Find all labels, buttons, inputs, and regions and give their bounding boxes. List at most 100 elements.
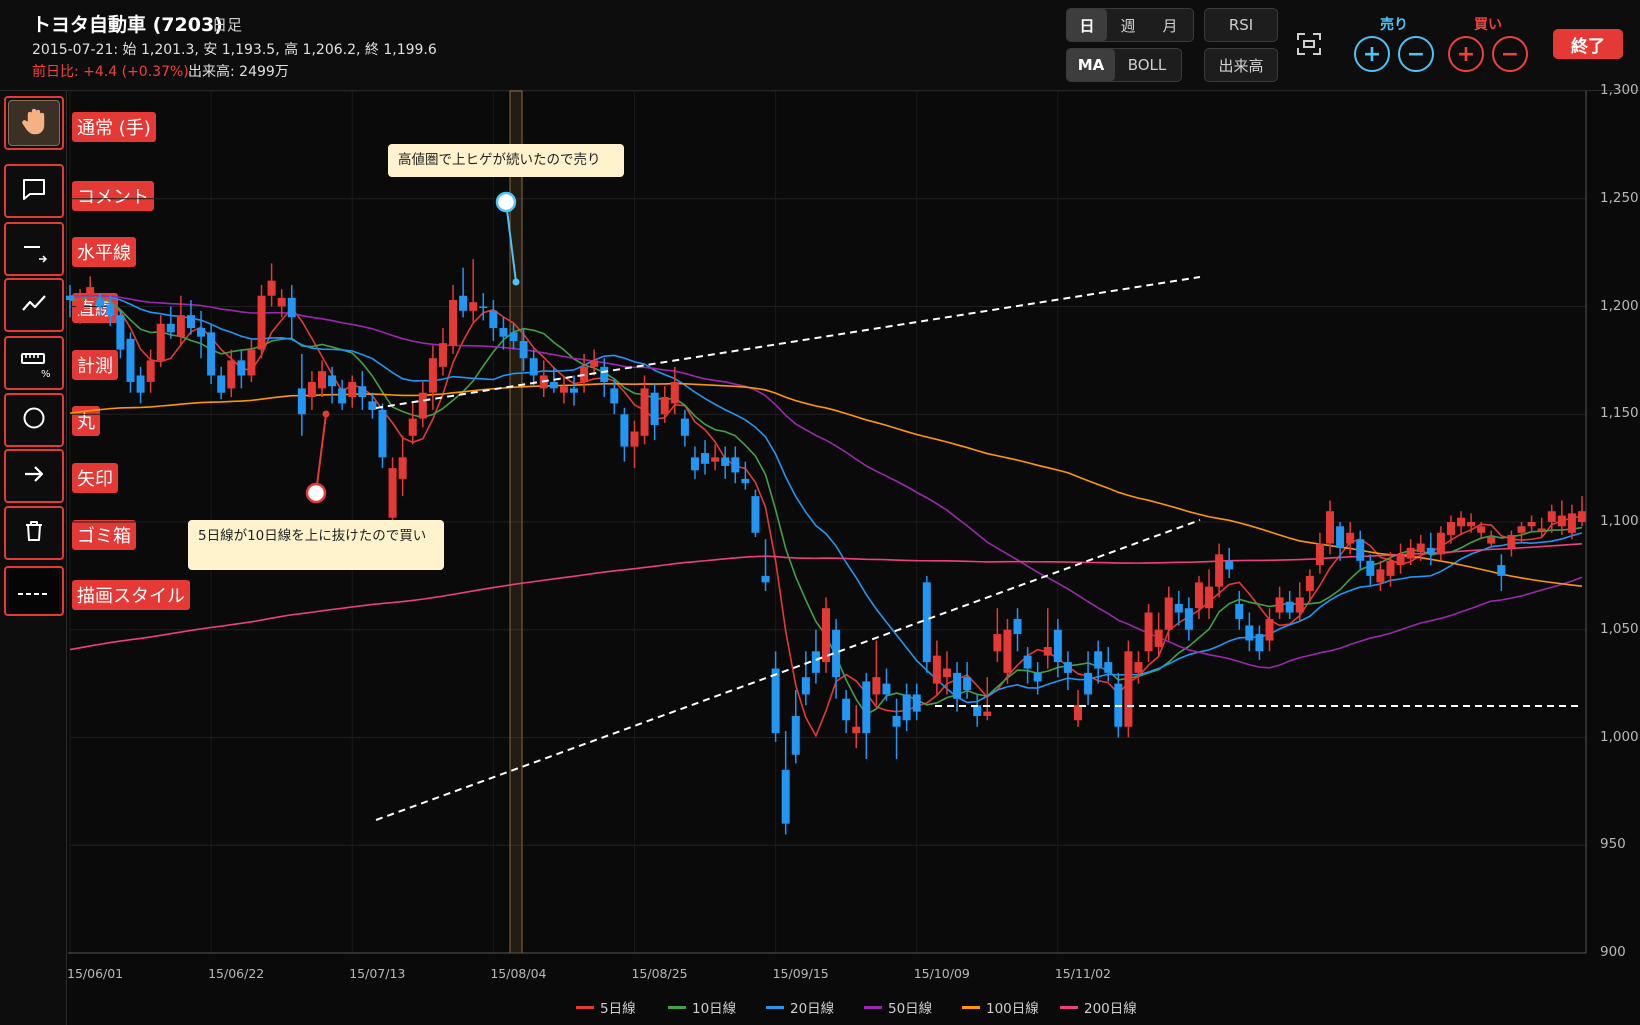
candle-body[interactable]	[116, 315, 125, 350]
candle-body[interactable]	[590, 360, 599, 367]
candle-body[interactable]	[1194, 582, 1203, 609]
candle-body[interactable]	[1356, 539, 1365, 561]
candle-body[interactable]	[1144, 612, 1153, 652]
candle-body[interactable]	[1436, 532, 1445, 555]
candle-body[interactable]	[1104, 662, 1113, 673]
candle-body[interactable]	[479, 306, 488, 309]
candle-body[interactable]	[469, 302, 478, 311]
candle-body[interactable]	[76, 300, 85, 311]
candle-body[interactable]	[690, 457, 699, 471]
candle-body[interactable]	[600, 366, 609, 382]
candle-body[interactable]	[822, 608, 830, 663]
candle-body[interactable]	[287, 297, 296, 318]
candle-body[interactable]	[207, 332, 216, 376]
candle-body[interactable]	[96, 300, 105, 307]
candle-body[interactable]	[1426, 547, 1435, 555]
candle-body[interactable]	[166, 323, 175, 333]
candle-body[interactable]	[932, 655, 941, 684]
candle-body[interactable]	[267, 280, 276, 296]
candle-body[interactable]	[1033, 672, 1042, 682]
candle-body[interactable]	[257, 295, 266, 350]
candle-body[interactable]	[338, 388, 347, 404]
candle-body[interactable]	[680, 418, 689, 436]
candle-body[interactable]	[942, 668, 951, 678]
candle-body[interactable]	[186, 315, 195, 329]
candle-body[interactable]	[741, 478, 750, 484]
candle-body[interactable]	[1084, 672, 1093, 695]
candle-body[interactable]	[963, 677, 972, 691]
candle-body[interactable]	[307, 381, 316, 398]
candle-body[interactable]	[1517, 526, 1526, 533]
candle-body[interactable]	[146, 360, 155, 382]
candle-body[interactable]	[549, 381, 558, 389]
candle-body[interactable]	[1557, 515, 1566, 527]
candle-body[interactable]	[459, 295, 468, 311]
candle-body[interactable]	[1154, 629, 1163, 647]
candle-body[interactable]	[368, 401, 377, 410]
candle-body[interactable]	[1487, 537, 1496, 544]
candle-body[interactable]	[1215, 554, 1224, 587]
candle-body[interactable]	[852, 726, 861, 734]
candle-body[interactable]	[882, 683, 891, 695]
comment-buy-note[interactable]: 5日線が10日線を上に抜けたので買い	[188, 520, 444, 570]
candle-body[interactable]	[912, 694, 921, 712]
candle-body[interactable]	[1406, 547, 1415, 559]
candle-body[interactable]	[1063, 662, 1072, 673]
candle-body[interactable]	[559, 386, 568, 393]
candle-body[interactable]	[297, 388, 306, 415]
candle-body[interactable]	[438, 343, 447, 367]
candle-body[interactable]	[650, 392, 659, 426]
candle-body[interactable]	[701, 453, 710, 464]
candle-body[interactable]	[1416, 543, 1425, 553]
candle-body[interactable]	[348, 381, 357, 398]
candle-body[interactable]	[922, 582, 931, 663]
candle-body[interactable]	[277, 297, 286, 307]
comment-sell-note[interactable]: 高値圏で上ヒゲが続いたので売り	[388, 144, 624, 177]
candle-body[interactable]	[237, 360, 246, 376]
candle-body[interactable]	[1255, 634, 1264, 652]
candle-body[interactable]	[630, 431, 639, 447]
candle-body[interactable]	[660, 397, 669, 415]
candle-body[interactable]	[811, 651, 820, 673]
candle-body[interactable]	[1346, 532, 1355, 544]
candle-body[interactable]	[86, 287, 95, 294]
candle-body[interactable]	[197, 328, 206, 337]
candle-body[interactable]	[1305, 575, 1314, 591]
drawn-trend-line-upper[interactable]	[375, 276, 1201, 409]
candle-body[interactable]	[1578, 511, 1586, 522]
candle-body[interactable]	[1164, 597, 1173, 630]
candle-body[interactable]	[1467, 522, 1476, 527]
candle-body[interactable]	[1527, 522, 1536, 527]
candle-body[interactable]	[751, 496, 760, 533]
buy-comment-handle[interactable]	[305, 482, 327, 504]
candle-body[interactable]	[529, 358, 538, 376]
candle-body[interactable]	[862, 681, 871, 734]
candle-body[interactable]	[610, 388, 619, 404]
candle-body[interactable]	[791, 715, 800, 755]
sell-comment-handle[interactable]	[495, 191, 517, 213]
candle-body[interactable]	[1043, 646, 1052, 656]
candle-body[interactable]	[842, 698, 851, 721]
candle-body[interactable]	[1386, 560, 1395, 576]
candle-body[interactable]	[993, 634, 1002, 652]
candle-body[interactable]	[1265, 618, 1274, 641]
candle-body[interactable]	[378, 409, 387, 458]
candle-body[interactable]	[1497, 565, 1506, 576]
candle-body[interactable]	[1275, 597, 1284, 613]
candle-body[interactable]	[640, 388, 649, 436]
candle-body[interactable]	[136, 375, 145, 393]
candle-body[interactable]	[176, 315, 185, 337]
candle-body[interactable]	[1124, 651, 1133, 727]
candle-body[interactable]	[670, 381, 679, 404]
candle-body[interactable]	[388, 468, 397, 518]
candle-body[interactable]	[1013, 618, 1022, 635]
candle-body[interactable]	[449, 300, 458, 346]
candle-body[interactable]	[1023, 655, 1032, 669]
candle-body[interactable]	[1074, 705, 1082, 721]
candle-body[interactable]	[499, 328, 508, 337]
candle-body[interactable]	[418, 392, 427, 419]
candle-body[interactable]	[1285, 601, 1294, 613]
candle-body[interactable]	[1326, 511, 1334, 544]
candle-body[interactable]	[1003, 629, 1012, 673]
candle-body[interactable]	[620, 414, 629, 447]
